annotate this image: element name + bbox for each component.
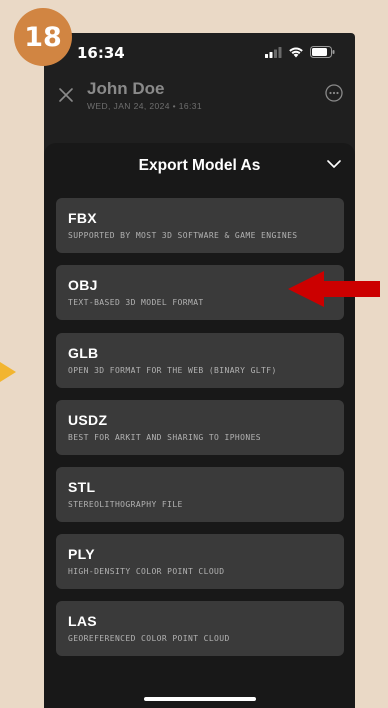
status-time: 16:34	[77, 44, 125, 62]
battery-icon	[310, 46, 335, 58]
export-option-fbx[interactable]: FBX SUPPORTED BY MOST 3D SOFTWARE & GAME…	[56, 198, 344, 253]
option-label: PLY	[68, 546, 95, 562]
option-label: LAS	[68, 613, 97, 629]
option-label: FBX	[68, 210, 97, 226]
option-description: SUPPORTED BY MOST 3D SOFTWARE & GAME ENG…	[68, 231, 298, 240]
contact-name: John Doe	[87, 79, 165, 98]
sheet-title: Export Model As	[138, 157, 261, 174]
option-label: USDZ	[68, 412, 108, 428]
option-label: GLB	[68, 345, 99, 361]
export-option-las[interactable]: LAS GEOREFERENCED COLOR POINT CLOUD	[56, 601, 344, 656]
signal-icon	[265, 46, 282, 58]
option-description: TEXT-BASED 3D MODEL FORMAT	[68, 298, 204, 307]
status-bar: 16:34	[44, 33, 355, 73]
wifi-icon	[289, 47, 303, 58]
option-description: GEOREFERENCED COLOR POINT CLOUD	[68, 634, 230, 643]
option-label: STL	[68, 479, 96, 495]
export-sheet: Export Model As FBX SUPPORTED BY MOST 3D…	[44, 143, 355, 708]
side-pointer-icon	[0, 362, 16, 382]
export-option-usdz[interactable]: USDZ BEST FOR ARKIT AND SHARING TO IPHON…	[56, 400, 344, 455]
status-icons	[265, 46, 335, 58]
phone-screen: 16:34 John Doe WED, JAN 24, 2024 • 16:31…	[44, 33, 355, 708]
chevron-down-icon[interactable]	[327, 159, 341, 169]
export-option-stl[interactable]: STL STEREOLITHOGRAPHY FILE	[56, 467, 344, 522]
close-icon[interactable]	[58, 87, 74, 103]
home-indicator[interactable]	[144, 697, 256, 701]
red-arrow-annotation-icon	[288, 271, 380, 307]
header: John Doe WED, JAN 24, 2024 • 16:31	[44, 73, 355, 143]
option-description: BEST FOR ARKIT AND SHARING TO IPHONES	[68, 433, 262, 442]
option-description: OPEN 3D FORMAT FOR THE WEB (BINARY GLTF)	[68, 366, 277, 375]
export-option-ply[interactable]: PLY HIGH-DENSITY COLOR POINT CLOUD	[56, 534, 344, 589]
step-badge: 18	[14, 8, 72, 66]
more-icon[interactable]	[325, 84, 343, 102]
contact-date: WED, JAN 24, 2024 • 16:31	[87, 101, 203, 111]
export-option-glb[interactable]: GLB OPEN 3D FORMAT FOR THE WEB (BINARY G…	[56, 333, 344, 388]
option-description: STEREOLITHOGRAPHY FILE	[68, 500, 183, 509]
option-label: OBJ	[68, 277, 98, 293]
option-description: HIGH-DENSITY COLOR POINT CLOUD	[68, 567, 225, 576]
